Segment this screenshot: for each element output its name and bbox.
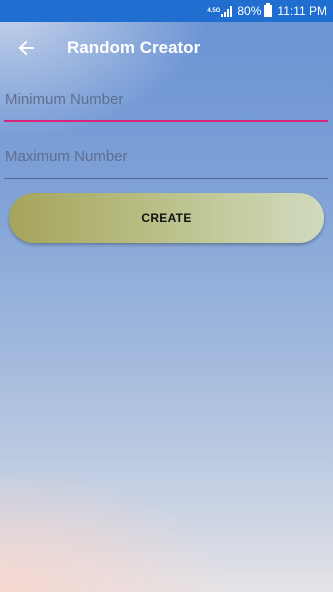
- signal-icon: [221, 5, 233, 17]
- status-time: 11:11 PM: [277, 4, 327, 18]
- page-title: Random Creator: [67, 38, 201, 57]
- status-bar: 4.5G 80% 11:11 PM: [0, 0, 333, 22]
- app-bar: Random Creator: [0, 22, 333, 74]
- battery-icon: [264, 3, 273, 17]
- back-button[interactable]: [0, 22, 52, 74]
- create-button[interactable]: CREATE: [9, 193, 324, 243]
- app-screen: 4.5G 80% 11:11 PM Random Creator CREATE: [0, 0, 333, 592]
- minimum-number-field: [4, 82, 328, 122]
- network-type-label: 4.5G: [207, 8, 221, 14]
- arrow-left-icon: [18, 40, 34, 56]
- minimum-number-input[interactable]: [4, 82, 328, 120]
- maximum-number-field: [4, 139, 328, 179]
- battery-percentage: 80%: [237, 4, 262, 18]
- maximum-number-input[interactable]: [4, 139, 328, 178]
